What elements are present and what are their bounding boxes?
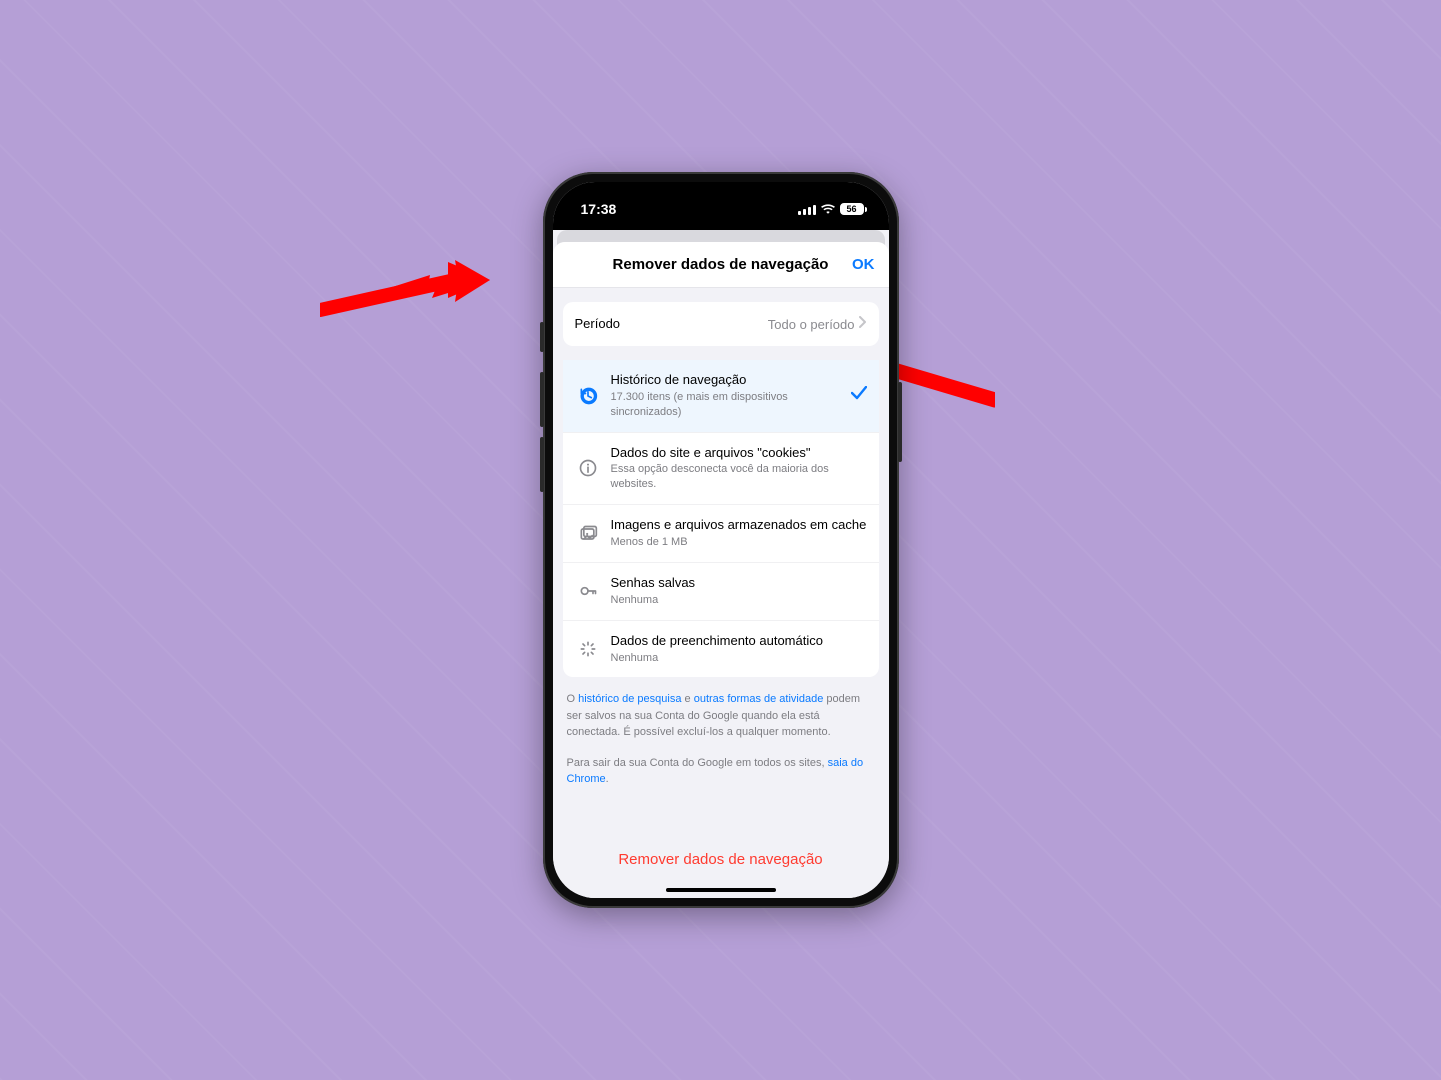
phone-frame: 17:38 56 Remover dados de navegação OK bbox=[543, 172, 899, 908]
history-title: Histórico de navegação bbox=[611, 372, 843, 389]
phone-mute-switch bbox=[540, 322, 544, 352]
sheet-title: Remover dados de navegação bbox=[613, 256, 829, 273]
passwords-subtitle: Nenhuma bbox=[611, 593, 867, 608]
cache-subtitle: Menos de 1 MB bbox=[611, 535, 867, 550]
phone-screen: 17:38 56 Remover dados de navegação OK bbox=[553, 182, 889, 898]
footer-note-1: O histórico de pesquisa e outras formas … bbox=[553, 677, 889, 741]
row-cookies[interactable]: Dados do site e arquivos "cookies" Essa … bbox=[563, 433, 879, 506]
period-card: Período Todo o período bbox=[563, 302, 879, 346]
home-indicator[interactable] bbox=[666, 888, 776, 892]
footer1-mid: e bbox=[681, 693, 693, 705]
cookies-title: Dados do site e arquivos "cookies" bbox=[611, 445, 867, 462]
passwords-title: Senhas salvas bbox=[611, 575, 867, 592]
period-label: Período bbox=[575, 316, 768, 333]
key-icon bbox=[575, 581, 601, 601]
cookies-subtitle: Essa opção desconecta você da maioria do… bbox=[611, 462, 867, 492]
autofill-title: Dados de preenchimento automático bbox=[611, 633, 867, 650]
ok-button[interactable]: OK bbox=[852, 256, 875, 273]
annotation-arrow-left bbox=[320, 260, 490, 320]
period-row[interactable]: Período Todo o período bbox=[563, 302, 879, 346]
checkmark-icon bbox=[851, 386, 867, 405]
info-icon bbox=[575, 458, 601, 478]
row-autofill[interactable]: Dados de preenchimento automático Nenhum… bbox=[563, 621, 879, 678]
chevron-right-icon bbox=[859, 315, 867, 333]
cache-title: Imagens e arquivos armazenados em cache bbox=[611, 517, 867, 534]
row-cache[interactable]: Imagens e arquivos armazenados em cache … bbox=[563, 505, 879, 563]
data-types-card: Histórico de navegação 17.300 itens (e m… bbox=[563, 360, 879, 677]
phone-power-button bbox=[898, 382, 902, 462]
footer2-pre: Para sair da sua Conta do Google em todo… bbox=[567, 757, 828, 769]
modal-sheet: Remover dados de navegação OK Período To… bbox=[553, 242, 889, 898]
autofill-subtitle: Nenhuma bbox=[611, 651, 867, 666]
phone-volume-up bbox=[540, 372, 544, 427]
footer1-pre: O bbox=[567, 693, 579, 705]
sheet-header: Remover dados de navegação OK bbox=[553, 242, 889, 288]
cellular-signal-icon bbox=[798, 204, 816, 215]
footer2-post: . bbox=[606, 773, 609, 785]
battery-indicator: 56 bbox=[840, 203, 867, 215]
autofill-icon bbox=[575, 639, 601, 659]
history-subtitle: 17.300 itens (e mais em dispositivos sin… bbox=[611, 390, 843, 420]
dynamic-island bbox=[671, 192, 771, 220]
other-activity-link[interactable]: outras formas de atividade bbox=[694, 693, 824, 705]
row-passwords[interactable]: Senhas salvas Nenhuma bbox=[563, 563, 879, 621]
wifi-icon bbox=[821, 201, 835, 217]
history-icon bbox=[575, 386, 601, 406]
search-history-link[interactable]: histórico de pesquisa bbox=[578, 693, 681, 705]
phone-volume-down bbox=[540, 437, 544, 492]
footer-note-2: Para sair da sua Conta do Google em todo… bbox=[553, 741, 889, 788]
battery-percent: 56 bbox=[846, 204, 856, 214]
images-icon bbox=[575, 524, 601, 544]
status-time: 17:38 bbox=[581, 201, 617, 217]
row-browsing-history[interactable]: Histórico de navegação 17.300 itens (e m… bbox=[563, 360, 879, 433]
period-value: Todo o período bbox=[768, 317, 855, 332]
